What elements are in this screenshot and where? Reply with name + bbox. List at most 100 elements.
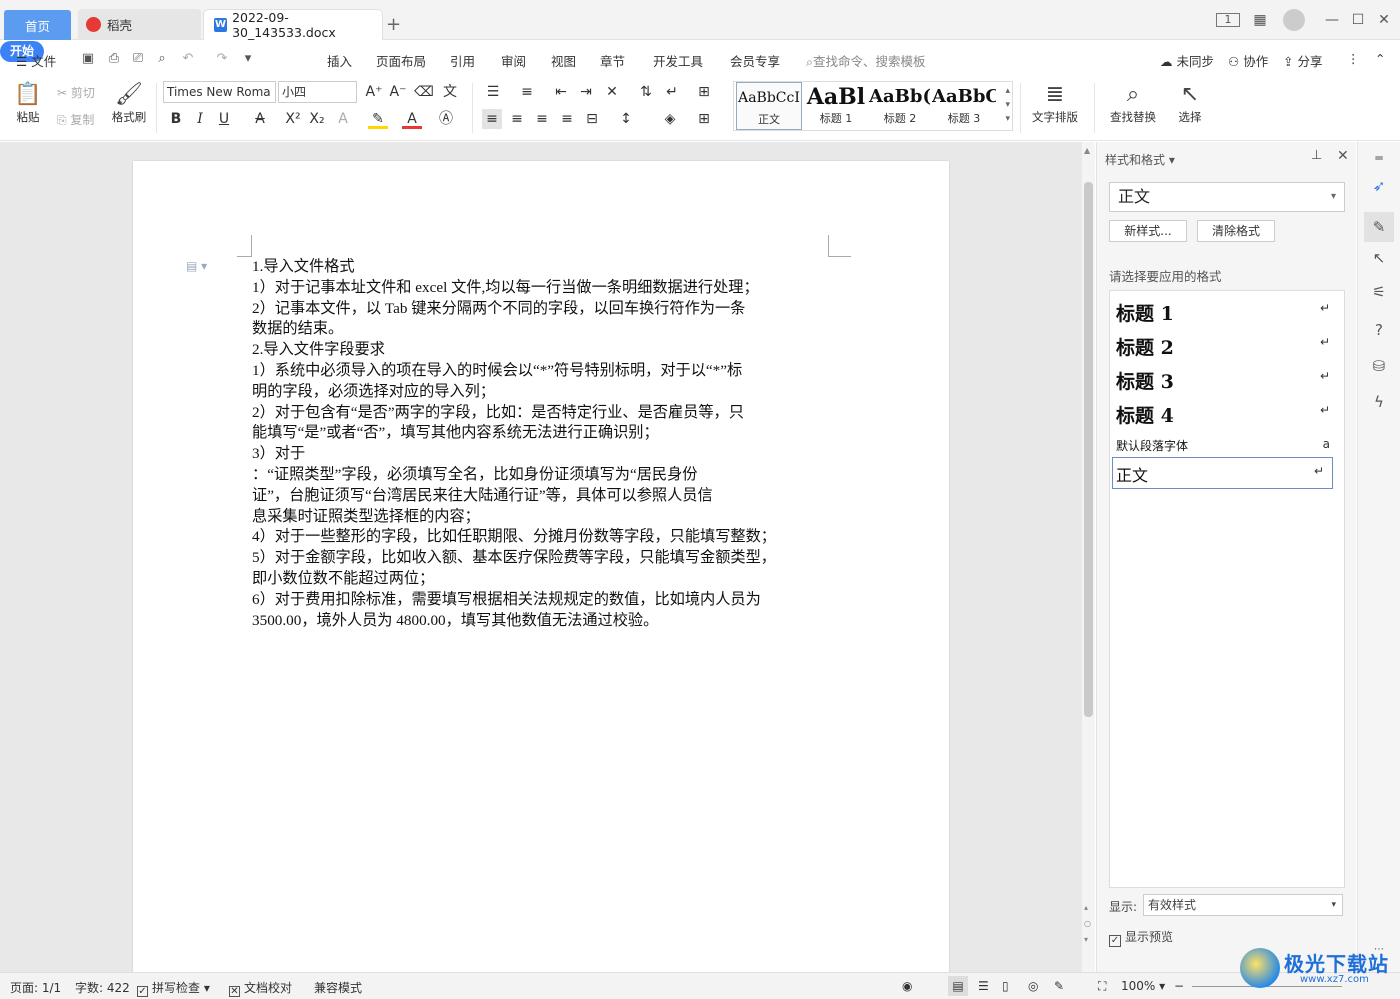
zoom-level[interactable]: 100% ▾: [1121, 979, 1165, 993]
collab-button[interactable]: ⚇ 协作: [1228, 51, 1268, 70]
document-page[interactable]: ▤ ▾ 1.导入文件格式 1）对于记事本址文件和 excel 文件,均以每一行当…: [133, 161, 949, 981]
layout-icon[interactable]: 1: [1216, 13, 1240, 27]
word-count[interactable]: 字数: 422: [75, 979, 130, 996]
scroll-up-icon[interactable]: ▲: [1084, 146, 1090, 155]
vertical-scrollbar[interactable]: ▲ ▴ ○ ▾: [1082, 142, 1095, 972]
numbering-icon[interactable]: ≡: [517, 82, 537, 102]
highlight-icon[interactable]: ✎: [368, 109, 388, 129]
read-view-icon[interactable]: ▯: [1002, 979, 1009, 993]
tab-home[interactable]: 首页: [4, 10, 71, 40]
share-button[interactable]: ⇪ 分享: [1283, 51, 1322, 70]
page-count[interactable]: 页面: 1/1: [10, 979, 61, 996]
apps-grid-icon[interactable]: ▦: [1250, 10, 1270, 30]
line-spacing-icon[interactable]: ↕: [616, 109, 636, 129]
collapse-ribbon-icon[interactable]: ⌃: [1375, 51, 1385, 66]
cut-button[interactable]: ✂ 剪切: [57, 84, 95, 101]
maximize-icon[interactable]: ☐: [1348, 10, 1368, 30]
grow-font-icon[interactable]: A⁺: [364, 82, 384, 102]
tab-document[interactable]: W 2022-09-30_143533.docx: [203, 9, 383, 40]
clear-format-button[interactable]: 清除格式: [1197, 220, 1275, 242]
collapse-handle-icon[interactable]: ═: [1369, 148, 1389, 168]
gallery-scroll-icon[interactable]: ▴ ▾ ▾: [1005, 84, 1010, 126]
text-layout-button[interactable]: ≣ 文字排版: [1026, 81, 1084, 125]
strikethrough-icon[interactable]: A: [250, 109, 270, 129]
new-tab-button[interactable]: +: [386, 14, 401, 35]
style-item-heading1[interactable]: 标题 1 ↵: [1116, 299, 1338, 329]
format-painter-button[interactable]: 🖌 格式刷: [108, 81, 150, 125]
shrink-font-icon[interactable]: A⁻: [388, 82, 408, 102]
quick-access-dropdown-icon[interactable]: ▾: [240, 51, 256, 67]
justify-icon[interactable]: ≡: [557, 109, 577, 129]
style-item-heading3[interactable]: 标题 3 ↵: [1116, 367, 1338, 397]
find-replace-button[interactable]: ⌕ 查找替换: [1104, 81, 1162, 125]
eye-protect-icon[interactable]: ◉: [902, 979, 912, 993]
document-body[interactable]: 1.导入文件格式 1）对于记事本址文件和 excel 文件,均以每一行当做一条明…: [252, 257, 812, 631]
avatar[interactable]: [1283, 9, 1305, 31]
menu-page-layout[interactable]: 页面布局: [376, 51, 426, 70]
gallery-style-normal[interactable]: AaBbCcI 正文: [736, 82, 802, 130]
distribute-icon[interactable]: ⊟: [582, 109, 602, 129]
page-nav-icon[interactable]: ▴ ○ ▾: [1084, 900, 1091, 948]
align-center-icon[interactable]: ≡: [507, 109, 527, 129]
close-icon[interactable]: ✕: [1374, 10, 1394, 30]
backup-icon[interactable]: ⛁: [1369, 356, 1389, 376]
superscript-icon[interactable]: X²: [283, 109, 303, 129]
menu-view[interactable]: 视图: [551, 51, 576, 70]
style-item-heading4[interactable]: 标题 4 ↵: [1116, 401, 1338, 431]
menu-member[interactable]: 会员专享: [730, 51, 780, 70]
sort-icon[interactable]: ⇅: [636, 82, 656, 102]
help-icon[interactable]: ?: [1369, 320, 1389, 340]
style-item-default-font[interactable]: 默认段落字体 a: [1116, 437, 1338, 459]
font-name-select[interactable]: Times New Roma: [163, 81, 276, 103]
more-icon[interactable]: ⋮: [1347, 51, 1360, 66]
export-pdf-icon[interactable]: ⎙: [106, 51, 122, 67]
web-view-icon[interactable]: ◎: [1028, 979, 1038, 993]
gallery-style-heading2[interactable]: AaBb(标题 2: [868, 82, 932, 130]
phonetic-icon[interactable]: 文: [440, 82, 460, 102]
panel-title[interactable]: 样式和格式 ▾: [1105, 151, 1175, 168]
align-left-icon[interactable]: ≡: [482, 109, 502, 129]
print-preview-icon[interactable]: ⌕: [154, 51, 170, 67]
rocket-icon[interactable]: ➶: [1369, 176, 1389, 196]
write-mode-icon[interactable]: ✎: [1054, 979, 1064, 993]
document-workspace[interactable]: ▤ ▾ 1.导入文件格式 1）对于记事本址文件和 excel 文件,均以每一行当…: [0, 142, 1082, 981]
proofread-button[interactable]: ✕ 文档校对: [229, 979, 292, 997]
save-icon[interactable]: ▣: [80, 51, 96, 67]
panel-close-icon[interactable]: ✕: [1337, 148, 1349, 164]
menu-reference[interactable]: 引用: [450, 51, 475, 70]
font-size-select[interactable]: 小四: [278, 81, 357, 103]
print-icon[interactable]: ⎚: [130, 51, 146, 67]
char-border-icon[interactable]: Ⓐ: [436, 109, 456, 129]
text-effect-icon[interactable]: A: [333, 109, 353, 129]
fit-page-icon[interactable]: ⛶: [1098, 979, 1106, 994]
undo-icon[interactable]: ↶: [180, 51, 196, 67]
menu-developer[interactable]: 开发工具: [653, 51, 703, 70]
show-marks-icon[interactable]: ↵: [662, 82, 682, 102]
pin-icon[interactable]: ⊥: [1311, 148, 1322, 163]
clear-format-icon[interactable]: ⌫: [414, 82, 434, 102]
command-search[interactable]: ⌕查找命令、搜索模板: [806, 51, 926, 70]
select-button[interactable]: ↖ 选择: [1172, 81, 1208, 125]
show-filter-select[interactable]: 有效样式 ▾: [1143, 894, 1343, 916]
increase-indent-icon[interactable]: ⇥: [576, 82, 596, 102]
decrease-indent-icon[interactable]: ⇤: [551, 82, 571, 102]
current-style-select[interactable]: 正文 ▾: [1109, 182, 1345, 212]
subscript-icon[interactable]: X₂: [307, 109, 327, 129]
menu-chapter[interactable]: 章节: [600, 51, 625, 70]
show-preview-checkbox[interactable]: ✓ 显示预览: [1109, 928, 1173, 947]
paste-button[interactable]: 📋 粘贴: [10, 81, 46, 125]
bold-icon[interactable]: B: [166, 109, 186, 129]
file-menu[interactable]: ☰ 文件: [16, 51, 56, 70]
copy-button[interactable]: ⎘ 复制: [57, 111, 94, 128]
tab-ruler-icon[interactable]: ⊞: [694, 82, 714, 102]
tab-daoke[interactable]: 稻壳: [78, 9, 201, 40]
shading-icon[interactable]: ◈: [660, 109, 680, 129]
italic-icon[interactable]: I: [190, 109, 210, 129]
spell-check-button[interactable]: ✓ 拼写检查 ▾: [137, 979, 210, 997]
style-item-normal[interactable]: 正文 ↵: [1112, 457, 1333, 489]
style-format-icon[interactable]: ✎: [1364, 212, 1394, 242]
zoom-out-icon[interactable]: −: [1174, 979, 1184, 993]
outline-view-icon[interactable]: ☰: [978, 979, 989, 993]
gallery-style-heading3[interactable]: AaBbC 标题 3: [932, 82, 996, 130]
select-cursor-icon[interactable]: ↖: [1369, 248, 1389, 268]
